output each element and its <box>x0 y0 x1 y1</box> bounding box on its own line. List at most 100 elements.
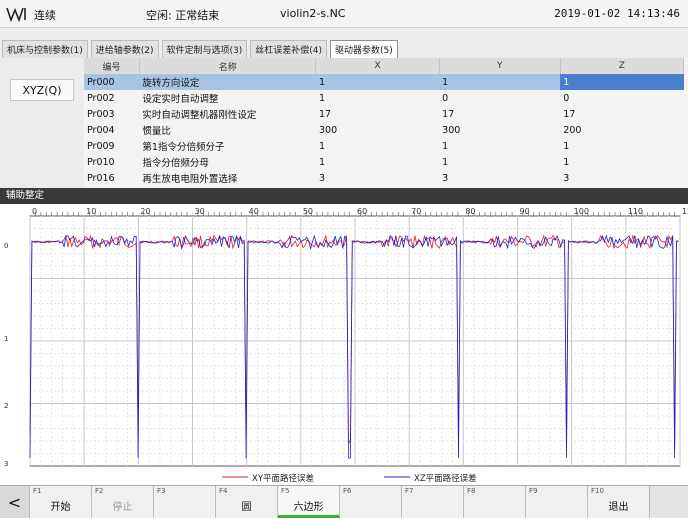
table-row[interactable]: Pr010 指令分倍频分母 1 1 1 <box>84 154 684 170</box>
param-y-value[interactable]: 300 <box>439 122 560 138</box>
param-z-value[interactable]: 0 <box>560 90 683 106</box>
datetime: 2019-01-02 14:13:46 <box>554 7 680 20</box>
param-x-value[interactable]: 17 <box>316 106 439 122</box>
chart-grid <box>29 215 681 467</box>
machine-status: 空闲: 正常结束 <box>146 9 220 22</box>
param-number: Pr003 <box>87 108 115 120</box>
fkey-number: F2 <box>95 487 104 495</box>
param-y-value[interactable]: 0 <box>439 90 560 106</box>
param-number: Pr004 <box>87 124 115 136</box>
param-y-value[interactable]: 1 <box>439 74 561 90</box>
tab-machine-control[interactable]: 机床与控制参数(1) <box>2 40 88 58</box>
param-name: 实时自动调整机器刚性设定 <box>142 110 257 121</box>
param-x-value[interactable]: 1 <box>316 138 439 154</box>
axis-selector-panel: XYZ(Q) <box>0 58 84 188</box>
fkey-number: F4 <box>219 487 228 495</box>
table-row[interactable]: Pr009 第1指令分倍频分子 1 1 1 <box>84 138 684 154</box>
top-status-bar: 连续 空闲: 正常结束 violin2-s.NC 2019-01-02 14:1… <box>0 0 688 28</box>
tab-feed-axis[interactable]: 进给轴参数(2) <box>90 40 159 58</box>
path-error-chart: 0102030405060708090100110120 0 1 2 3 XY平面路径… <box>0 204 688 485</box>
f3-button[interactable]: F3 <box>154 486 216 518</box>
fkey-label: 六边形 <box>293 502 324 513</box>
axis-xyz-button[interactable]: XYZ(Q) <box>10 79 74 101</box>
table-row[interactable]: Pr004 惯量比 300 300 200 <box>84 122 684 138</box>
f5-hexagon-button[interactable]: F5 六边形 <box>278 486 340 518</box>
fkey-number: F7 <box>405 487 414 495</box>
table-row[interactable]: Pr003 实时自动调整机器刚性设定 17 17 17 <box>84 106 684 122</box>
column-header-number: 编号 <box>84 58 140 74</box>
param-z-value[interactable]: 200 <box>560 122 683 138</box>
x-tick-label: 120 <box>682 207 688 216</box>
f7-button[interactable]: F7 <box>402 486 464 518</box>
param-x-value[interactable]: 300 <box>316 122 439 138</box>
f4-circle-button[interactable]: F4 圆 <box>216 486 278 518</box>
back-button[interactable]: < <box>0 486 30 518</box>
x-tick-labels: 0102030405060708090100110120 <box>32 207 688 216</box>
chart-section-title: 辅助整定 <box>0 188 688 204</box>
column-header-x: X <box>315 58 440 74</box>
y-tick-label: 3 <box>4 460 8 468</box>
param-z-value[interactable]: 1 <box>560 74 684 90</box>
y-tick-label: 0 <box>4 242 8 250</box>
fkey-number: F5 <box>281 487 290 495</box>
param-name: 旋转方向设定 <box>139 74 316 90</box>
column-header-y: Y <box>439 58 561 74</box>
table-row[interactable]: Pr002 设定实时自动调整 1 0 0 <box>84 90 684 106</box>
fkey-number: F3 <box>157 487 166 495</box>
param-number: Pr010 <box>87 156 115 168</box>
param-name: 设定实时自动调整 <box>142 94 219 105</box>
function-key-bar: < F1 开始 F2 停止 F3 F4 圆 F5 六边形 F6 F7 F8 F9 F10… <box>0 485 688 518</box>
fkey-label: 停止 <box>112 502 133 513</box>
column-header-z: Z <box>560 58 685 74</box>
f2-stop-button[interactable]: F2 停止 <box>92 486 154 518</box>
f9-button[interactable]: F9 <box>526 486 588 518</box>
param-z-value[interactable]: 17 <box>560 106 683 122</box>
param-number: Pr009 <box>87 140 115 152</box>
y-tick-label: 2 <box>4 402 8 410</box>
param-z-value[interactable]: 1 <box>560 154 683 170</box>
fkey-number: F8 <box>467 487 476 495</box>
param-name: 再生放电电阻外置选择 <box>142 174 238 185</box>
param-number: Pr000 <box>84 74 140 90</box>
f8-button[interactable]: F8 <box>464 486 526 518</box>
run-mode: 连续 <box>34 9 56 22</box>
fkey-label: 圆 <box>241 502 252 513</box>
f10-exit-button[interactable]: F10 退出 <box>588 486 650 518</box>
column-header-name: 名称 <box>139 58 317 74</box>
param-x-value[interactable]: 3 <box>316 170 439 186</box>
program-file-name: violin2-s.NC <box>280 7 346 20</box>
fkey-number: F10 <box>591 487 604 495</box>
tab-drive-parameters[interactable]: 驱动器参数(5) <box>330 40 398 58</box>
param-name: 第1指令分倍频分子 <box>142 142 225 153</box>
tab-software-options[interactable]: 软件定制与选项(3) <box>161 40 248 58</box>
chart-legend: XY平面路径误差 XZ平面路径误差 <box>222 473 477 484</box>
param-y-value[interactable]: 17 <box>439 106 560 122</box>
fkey-label: 开始 <box>50 502 71 513</box>
y-tick-label: 1 <box>4 335 8 343</box>
table-row[interactable]: Pr016 再生放电电阻外置选择 3 3 3 <box>84 170 684 186</box>
f6-button[interactable]: F6 <box>340 486 402 518</box>
f1-start-button[interactable]: F1 开始 <box>30 486 92 518</box>
param-x-value[interactable]: 1 <box>315 74 440 90</box>
fkey-number: F1 <box>33 487 42 495</box>
table-header-row: 编号 名称 X Y Z <box>84 58 685 74</box>
param-y-value[interactable]: 3 <box>439 170 560 186</box>
drive-parameter-table: 编号 名称 X Y Z Pr000 旋转方向设定 1 1 1 Pr002 设定实… <box>84 58 688 188</box>
tab-screw-compensation[interactable]: 丝杠误差补偿(4) <box>250 40 327 58</box>
param-y-value[interactable]: 1 <box>439 138 560 154</box>
param-y-value[interactable]: 1 <box>439 154 560 170</box>
param-name: 指令分倍频分母 <box>142 158 209 169</box>
param-x-value[interactable]: 1 <box>316 90 439 106</box>
legend-label: XY平面路径误差 <box>252 473 314 484</box>
parameter-tabs: 机床与控制参数(1) 进给轴参数(2) 软件定制与选项(3) 丝杠误差补偿(4)… <box>0 40 688 58</box>
fkey-number: F6 <box>343 487 352 495</box>
table-row[interactable]: Pr000 旋转方向设定 1 1 1 <box>84 74 684 90</box>
param-x-value[interactable]: 1 <box>316 154 439 170</box>
fkey-number: F9 <box>529 487 538 495</box>
fkey-label: 退出 <box>608 502 629 513</box>
wave-logo-icon <box>6 7 26 22</box>
param-z-value[interactable]: 3 <box>560 170 683 186</box>
param-z-value[interactable]: 1 <box>560 138 683 154</box>
param-name: 惯量比 <box>142 126 171 137</box>
param-number: Pr002 <box>87 92 115 104</box>
